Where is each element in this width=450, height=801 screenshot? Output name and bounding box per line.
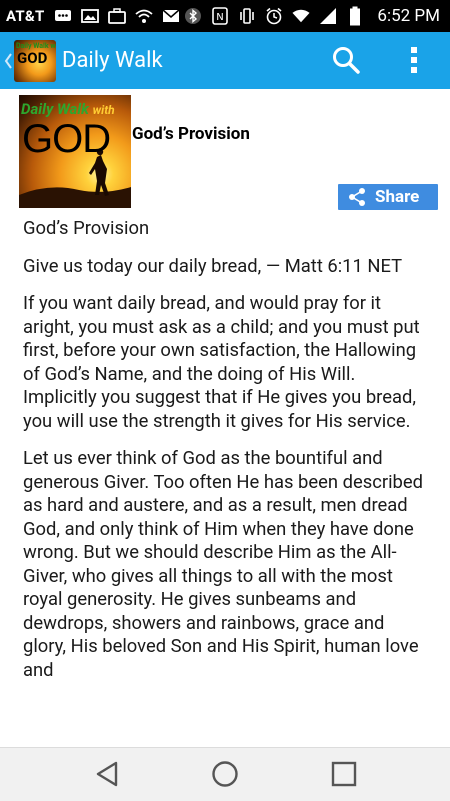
nfc-icon: N: [211, 7, 229, 25]
more-vert-icon: [411, 47, 417, 73]
vibrate-icon: [238, 7, 256, 25]
back-button[interactable]: [2, 32, 14, 89]
wifi-alt-icon: [135, 7, 154, 25]
mail-icon: [162, 7, 180, 25]
status-bar: AT&T N 6:52 PM: [0, 0, 450, 32]
app-logo-text-main: GOD: [17, 48, 48, 67]
share-icon: [347, 187, 367, 207]
square-recents-icon: [331, 761, 357, 787]
paragraph: God’s Provision: [23, 218, 150, 239]
wifi-icon: [292, 7, 310, 25]
system-nav-bar: [0, 747, 450, 801]
chevron-left-icon: [4, 52, 12, 69]
signal-icon: [319, 7, 337, 25]
paragraph: Give us today our daily bread, — Matt 6:…: [23, 255, 403, 277]
nav-recents-button[interactable]: [324, 756, 364, 792]
carrier-label: AT&T: [6, 7, 45, 25]
alarm-icon: [265, 7, 283, 25]
triangle-back-icon: [96, 761, 118, 787]
entry-image-text-top: Daily Walk with: [21, 100, 115, 118]
app-logo[interactable]: Daily Walk with GOD: [14, 39, 56, 82]
entry-image: Daily Walk with GOD: [19, 95, 131, 208]
content-area[interactable]: Daily Walk with GOD God’s Provision Shar…: [0, 89, 450, 747]
share-button[interactable]: Share: [338, 184, 438, 210]
bluetooth-icon: [184, 7, 202, 25]
entry-image-text-main: GOD: [22, 117, 111, 161]
search-button[interactable]: [328, 40, 364, 80]
share-label: Share: [375, 187, 420, 207]
image-icon: [81, 7, 100, 25]
devotional-text: God’s Provision Give us today our daily …: [23, 217, 428, 696]
entry-header: Daily Walk with GOD God’s Provision Shar…: [19, 95, 439, 211]
paragraph: If you want daily bread, and would pray …: [23, 293, 420, 432]
nav-back-button[interactable]: [87, 756, 127, 792]
status-time: 6:52 PM: [377, 6, 440, 26]
paragraph: Let us ever think of God as the bountifu…: [23, 448, 423, 681]
action-bar: Daily Walk with GOD Daily Walk: [0, 32, 450, 89]
circle-home-icon: [212, 761, 238, 787]
battery-icon: [346, 6, 364, 26]
nav-home-button[interactable]: [205, 756, 245, 792]
overflow-menu-button[interactable]: [402, 40, 426, 80]
briefcase-icon: [108, 7, 127, 25]
message-icon: [54, 7, 72, 25]
search-icon: [333, 47, 360, 74]
svg-text:N: N: [217, 12, 224, 23]
entry-title: God’s Provision: [132, 124, 250, 144]
app-title: Daily Walk: [62, 48, 163, 73]
